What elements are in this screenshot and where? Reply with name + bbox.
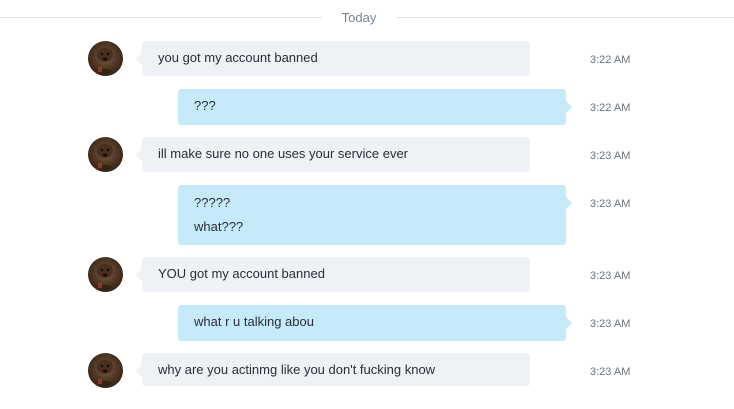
- avatar-photo-icon: [94, 144, 117, 172]
- message-bubble-outgoing[interactable]: what r u talking abou: [178, 305, 572, 341]
- sender-avatar[interactable]: [88, 257, 123, 292]
- sender-avatar[interactable]: [88, 137, 123, 172]
- message-timestamp: 3:23 AM: [590, 198, 631, 210]
- message-bubble-outgoing[interactable]: ????? what???: [178, 185, 572, 245]
- message-text: what r u talking abou: [194, 314, 314, 329]
- message-timestamp: 3:22 AM: [590, 102, 631, 114]
- message-text: ill make sure no one uses your service e…: [158, 146, 409, 161]
- avatar-photo-icon: [94, 48, 117, 76]
- message-bubble-outgoing[interactable]: ???: [178, 89, 572, 125]
- divider-line-left: [0, 17, 322, 18]
- message-text: ???: [194, 98, 216, 113]
- sender-avatar[interactable]: [88, 353, 123, 388]
- message-timestamp: 3:23 AM: [590, 270, 631, 282]
- message-timestamp: 3:23 AM: [590, 366, 631, 378]
- avatar-photo-icon: [94, 360, 117, 388]
- divider-line-right: [396, 17, 734, 18]
- date-divider: Today: [0, 9, 734, 27]
- chat-window: Today you got my account banned 3:22 AM …: [0, 0, 734, 409]
- message-bubble-incoming[interactable]: YOU got my account banned: [136, 257, 530, 292]
- message-bubble-incoming[interactable]: you got my account banned: [136, 41, 530, 76]
- message-timestamp: 3:22 AM: [590, 54, 631, 66]
- message-bubble-incoming[interactable]: why are you actinmg like you don't fucki…: [136, 353, 530, 386]
- message-text: YOU got my account banned: [158, 266, 325, 281]
- message-text: you got my account banned: [158, 50, 318, 65]
- message-text: what???: [194, 219, 244, 234]
- date-divider-label: Today: [341, 10, 377, 25]
- message-timestamp: 3:23 AM: [590, 150, 631, 162]
- message-text: ?????: [194, 195, 231, 210]
- message-bubble-incoming[interactable]: ill make sure no one uses your service e…: [136, 137, 530, 172]
- message-text: why are you actinmg like you don't fucki…: [158, 362, 436, 377]
- message-timestamp: 3:23 AM: [590, 318, 631, 330]
- avatar-photo-icon: [94, 264, 117, 292]
- sender-avatar[interactable]: [88, 41, 123, 76]
